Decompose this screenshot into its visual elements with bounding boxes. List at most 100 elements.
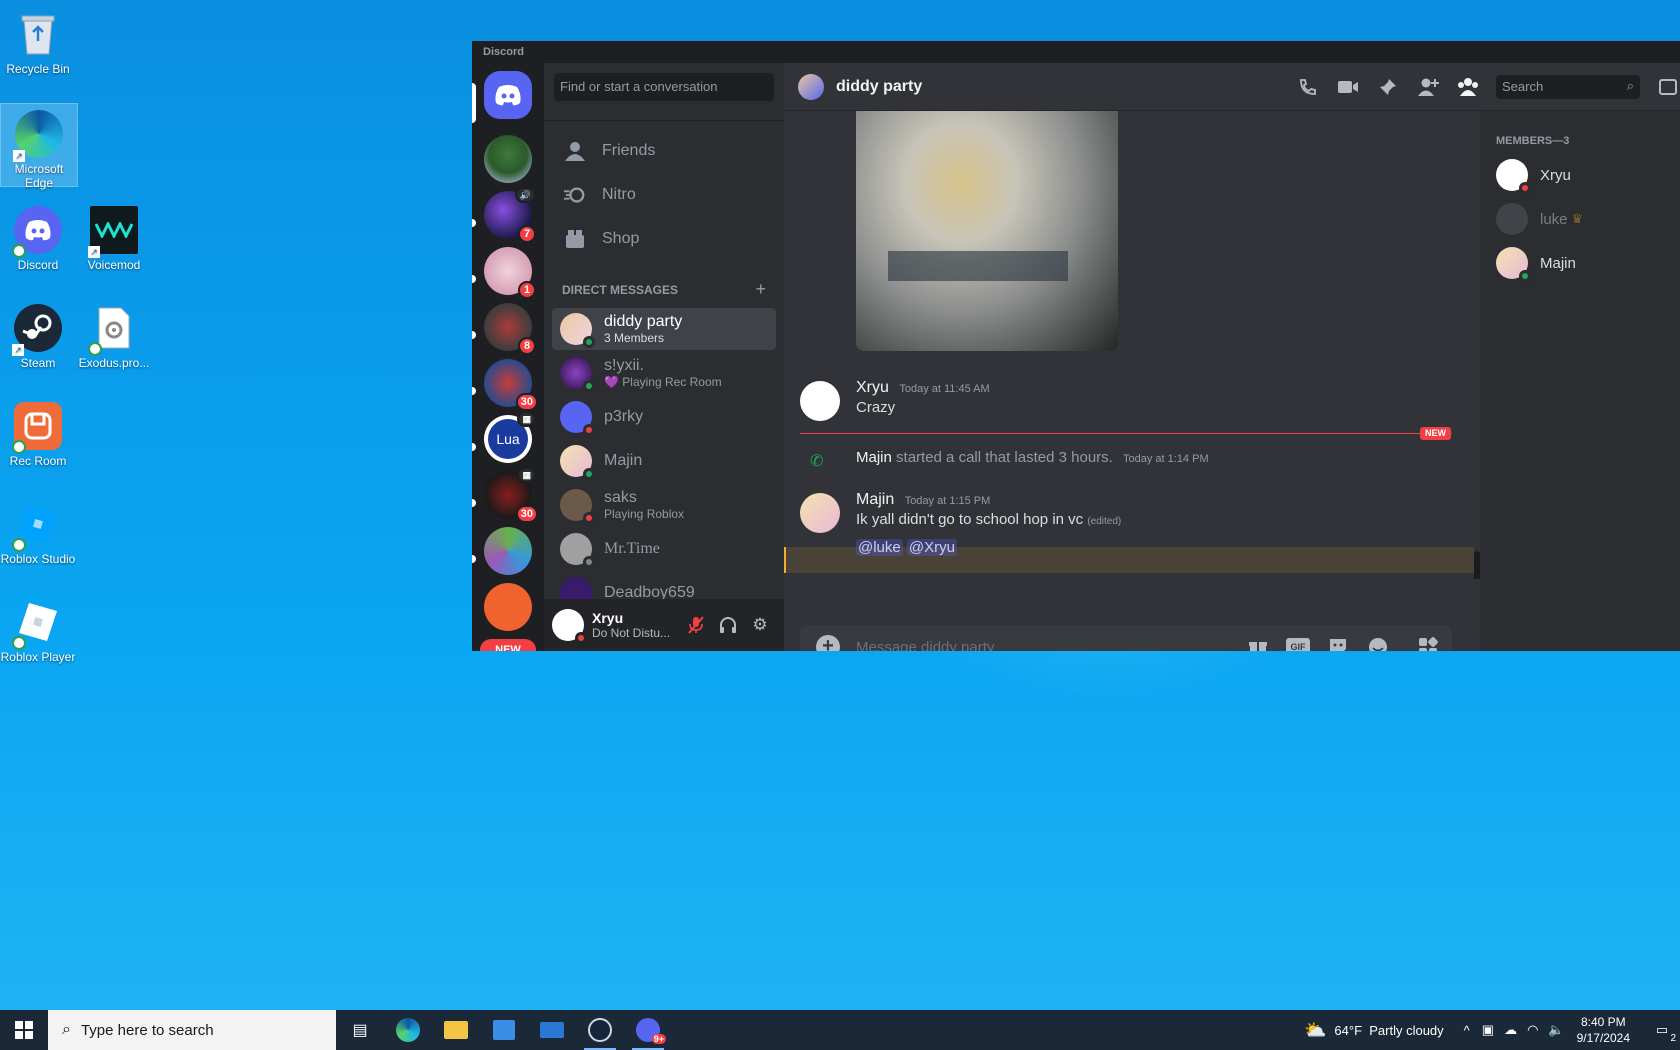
member-item-xryu[interactable]: Xryu	[1480, 153, 1680, 197]
server-rail: 🔊 7 1 8 30 Lua ▦ ▦ 30 NEW	[472, 63, 544, 651]
member-item-luke[interactable]: luke ♛	[1480, 197, 1680, 241]
nav-nitro[interactable]: Nitro	[552, 173, 776, 217]
status-dot	[583, 380, 595, 392]
sync-check-icon	[12, 440, 26, 454]
member-item-majin[interactable]: Majin	[1480, 241, 1680, 285]
status-dot	[583, 512, 595, 524]
message-author[interactable]: Xryu	[856, 379, 889, 396]
weather-icon: ⛅	[1304, 1019, 1327, 1040]
unread-indicator	[472, 443, 476, 451]
dm-item-diddy-party[interactable]: diddy party 3 Members	[552, 308, 776, 350]
create-dm-button[interactable]: +	[755, 279, 766, 300]
gift-icon[interactable]	[1246, 635, 1270, 651]
server-icon[interactable]	[484, 135, 532, 183]
sticker-icon[interactable]	[1326, 635, 1350, 651]
unread-indicator	[472, 499, 476, 507]
network-wifi-icon[interactable]: ◠	[1527, 1022, 1538, 1038]
nav-friends[interactable]: Friends	[552, 129, 776, 173]
event-icon: ▦	[517, 411, 536, 427]
server-icon[interactable]: Lua ▦	[484, 411, 536, 463]
desktop-icon-label: Recycle Bin	[6, 62, 70, 76]
volume-icon[interactable]: 🔈	[1548, 1022, 1564, 1038]
new-unreads-pill[interactable]: NEW	[480, 639, 536, 651]
pinned-messages-icon[interactable]	[1376, 75, 1400, 99]
desktop-icon-microsoft-edge[interactable]: ↗ Microsoft Edge	[0, 103, 78, 190]
dm-item-p3rky[interactable]: p3rky	[552, 396, 776, 438]
find-conversation-input[interactable]: Find or start a conversation	[554, 73, 774, 101]
desktop-icon-label: Microsoft Edge	[14, 162, 64, 190]
file-explorer-icon[interactable]	[432, 1010, 480, 1050]
member-list-icon[interactable]	[1456, 75, 1480, 99]
message-input[interactable]: Message diddy party	[856, 639, 1238, 652]
desktop-icon-label: Steam	[20, 356, 56, 370]
settings-gear-icon[interactable]: ⚙	[744, 609, 776, 641]
desktop-icon-label: Discord	[17, 258, 59, 272]
message-author[interactable]: Majin	[856, 491, 894, 508]
nav-shop[interactable]: Shop	[552, 217, 776, 261]
onedrive-cloud-icon[interactable]: ☁	[1504, 1022, 1517, 1038]
weather-text[interactable]: 64°F Partly cloudy	[1334, 1023, 1443, 1038]
start-voice-call-icon[interactable]	[1296, 75, 1320, 99]
notification-count: 2	[1670, 1033, 1676, 1044]
mention-luke[interactable]: @luke	[856, 539, 903, 556]
config-file-icon	[88, 304, 138, 356]
call-author[interactable]: Majin	[856, 449, 892, 466]
avatar[interactable]	[800, 381, 840, 421]
desktop-icon-rec-room[interactable]: Rec Room	[0, 396, 76, 468]
desktop-icon-discord[interactable]: Discord	[0, 200, 76, 272]
discord-icon	[495, 85, 521, 106]
clock[interactable]: 8:40 PM 9/17/2024	[1577, 1014, 1630, 1046]
dm-item-mr-time[interactable]: Mr.Time	[552, 528, 776, 570]
app-launcher-icon[interactable]	[1416, 635, 1440, 651]
add-friends-to-dm-icon[interactable]	[1416, 75, 1440, 99]
mail-icon[interactable]	[528, 1010, 576, 1050]
server-icon[interactable]	[484, 583, 532, 631]
avatar[interactable]	[800, 493, 840, 533]
server-icon[interactable]: 30	[484, 359, 538, 411]
mute-mic-icon[interactable]	[680, 609, 712, 641]
notification-icon: ▭	[1655, 1022, 1669, 1037]
server-icon[interactable]: ▦ 30	[484, 467, 538, 523]
steam-taskbar-icon[interactable]	[576, 1010, 624, 1050]
meet-now-icon[interactable]: ▣	[1482, 1022, 1494, 1038]
sync-check-icon	[12, 636, 26, 650]
home-button[interactable]	[484, 71, 532, 119]
task-view-icon[interactable]: ▤	[336, 1010, 384, 1050]
taskbar-search[interactable]: ⌕ Type here to search	[48, 1010, 336, 1050]
dm-item-saks[interactable]: saks Playing Roblox	[552, 484, 776, 526]
server-icon[interactable]: 🔊 7	[484, 187, 536, 243]
microsoft-store-icon[interactable]	[480, 1010, 528, 1050]
taskbar: ⌕ Type here to search ▤ 9+ ⛅ 64°F Partly…	[0, 1010, 1680, 1050]
unread-badge: 8	[518, 337, 536, 355]
emoji-icon[interactable]	[1366, 635, 1390, 651]
dm-item-syxii[interactable]: s!yxii. 💜 Playing Rec Room	[552, 352, 776, 394]
phone-call-icon: ✆	[810, 453, 824, 470]
clock-date: 9/17/2024	[1576, 1031, 1630, 1045]
headphones-icon[interactable]	[712, 609, 744, 641]
server-icon[interactable]: 1	[484, 247, 536, 299]
desktop-icon-voicemod[interactable]: ↗ Voicemod	[76, 200, 152, 272]
desktop-icon-exodus[interactable]: Exodus.pro...	[76, 298, 152, 370]
desktop-icon-roblox-player[interactable]: Roblox Player	[0, 592, 76, 664]
dm-item-majin[interactable]: Majin	[552, 440, 776, 482]
desktop-icon-roblox-studio[interactable]: Roblox Studio	[0, 494, 76, 566]
sync-check-icon	[12, 244, 26, 258]
server-icon[interactable]: 8	[484, 303, 536, 355]
discord-taskbar-icon[interactable]: 9+	[624, 1010, 672, 1050]
desktop-icon-steam[interactable]: ↗ Steam	[0, 298, 76, 370]
search-input[interactable]: Search ⌕	[1496, 75, 1640, 99]
start-button[interactable]	[0, 1010, 48, 1050]
inbox-icon[interactable]	[1656, 75, 1680, 99]
user-avatar[interactable]	[552, 609, 587, 644]
gif-button[interactable]: GIF	[1286, 638, 1310, 651]
mention-xryu[interactable]: @Xryu	[906, 539, 957, 556]
show-hidden-icons-icon[interactable]: ^	[1464, 1023, 1470, 1038]
dm-section-header: DIRECT MESSAGES +	[544, 261, 784, 306]
add-attachment-icon[interactable]: +	[816, 635, 840, 651]
start-video-call-icon[interactable]	[1336, 75, 1360, 99]
desktop-icon-recycle-bin[interactable]: Recycle Bin	[0, 4, 76, 76]
edge-taskbar-icon[interactable]	[384, 1010, 432, 1050]
server-icon[interactable]	[484, 527, 532, 575]
attachment-image[interactable]	[856, 111, 1118, 351]
notification-center-button[interactable]: ▭ 2	[1644, 1010, 1680, 1050]
